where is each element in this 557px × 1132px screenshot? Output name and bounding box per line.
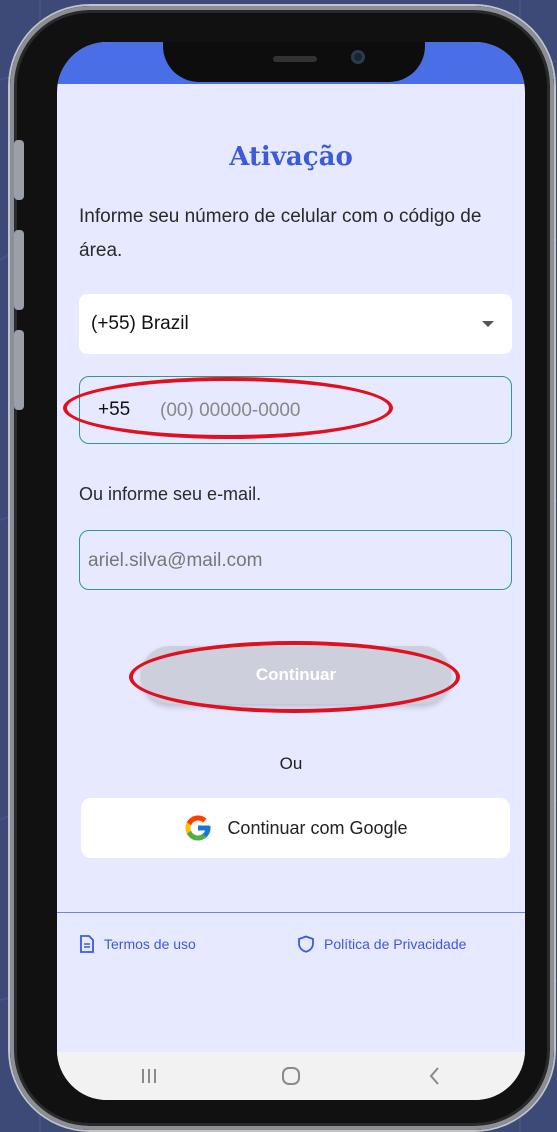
- caret-down-icon: [482, 321, 494, 327]
- google-signin-button[interactable]: Continuar com Google: [81, 798, 510, 858]
- annotation-ellipse: [129, 641, 460, 713]
- page-title: Ativação: [229, 142, 353, 172]
- privacy-label: Política de Privacidade: [324, 936, 467, 952]
- instructions-text: Informe seu número de celular com o códi…: [79, 206, 482, 261]
- footer-divider: [57, 912, 525, 913]
- country-select[interactable]: (+55) Brazil: [79, 294, 512, 354]
- camera: [351, 50, 365, 64]
- back-icon[interactable]: [423, 1064, 447, 1088]
- android-nav-bar: [57, 1052, 525, 1100]
- side-button: [14, 230, 24, 310]
- email-label: Ou informe seu e-mail.: [79, 484, 262, 504]
- email-field[interactable]: [79, 530, 512, 590]
- google-icon: [185, 815, 211, 841]
- terms-label: Termos de uso: [104, 936, 196, 952]
- recent-apps-icon[interactable]: [137, 1064, 161, 1088]
- terms-link[interactable]: Termos de uso: [79, 935, 196, 953]
- notch: [163, 42, 425, 82]
- volume-button: [14, 140, 24, 200]
- privacy-link[interactable]: Política de Privacidade: [297, 935, 466, 953]
- document-icon: [80, 935, 94, 953]
- email-input[interactable]: [86, 543, 500, 579]
- home-icon[interactable]: [279, 1064, 303, 1088]
- google-button-label: Continuar com Google: [227, 817, 408, 838]
- side-button: [14, 330, 24, 410]
- shield-icon: [298, 935, 314, 953]
- speaker: [273, 56, 317, 62]
- country-select-value: (+55) Brazil: [91, 313, 189, 334]
- annotation-ellipse: [63, 377, 393, 439]
- phone-screen: Ativação Informe seu número de celular c…: [57, 42, 525, 1100]
- or-separator: Ou: [279, 754, 303, 773]
